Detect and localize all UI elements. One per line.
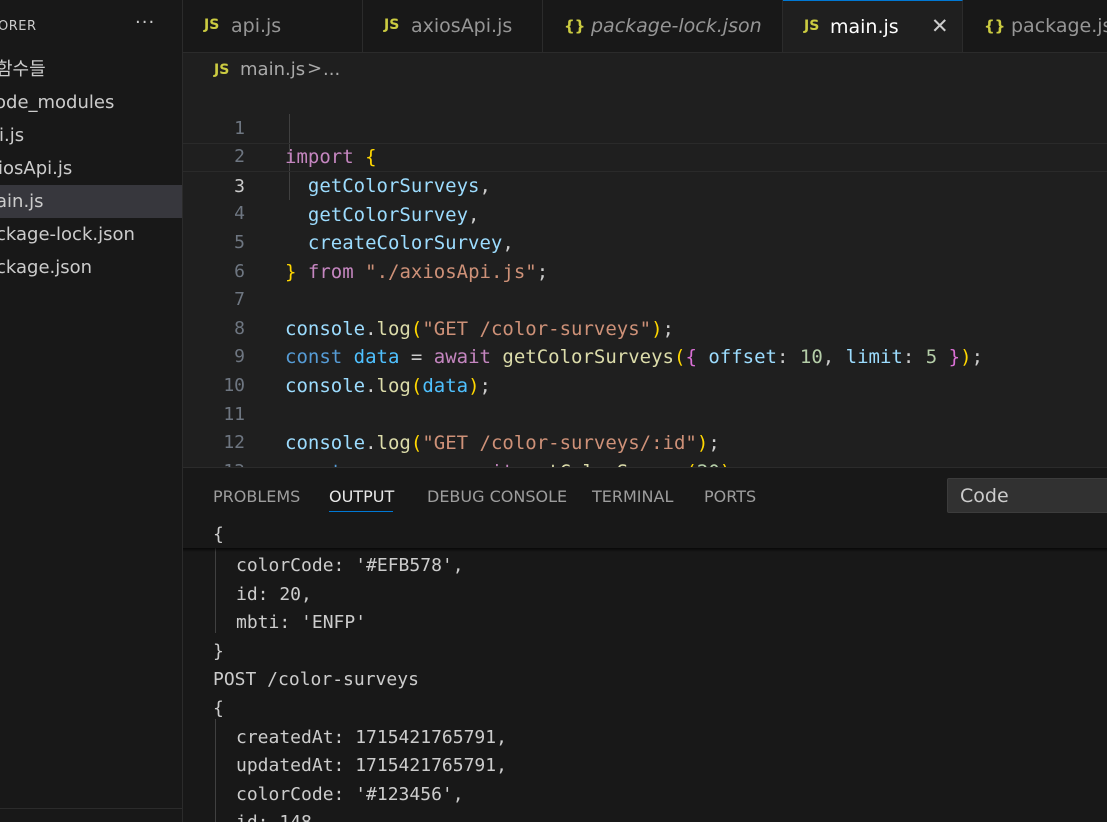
tab-output[interactable]: OUTPUT bbox=[329, 487, 394, 506]
bottom-panel: PROBLEMS OUTPUT DEBUG CONSOLE TERMINAL P… bbox=[183, 467, 1107, 822]
code-line: 10 bbox=[183, 343, 1107, 396]
file-item-label: ckage-lock.json bbox=[0, 224, 135, 245]
output-line: mbti: 'ENFP' bbox=[236, 612, 367, 634]
breadcrumb-file[interactable]: main.js bbox=[240, 59, 305, 80]
tab-package-json[interactable]: {} package.json bbox=[963, 0, 1107, 52]
tab-ports[interactable]: PORTS bbox=[704, 487, 756, 506]
code-line: 1 import { bbox=[183, 86, 1107, 169]
file-item-axiosapi-js[interactable]: iosApi.js bbox=[0, 152, 182, 185]
tab-terminal[interactable]: TERMINAL bbox=[592, 487, 673, 506]
output-view[interactable]: { colorCode: '#EFB578', id: 20, mbti: 'E… bbox=[183, 521, 1107, 822]
code-line: 14 bbox=[183, 458, 1107, 467]
file-item-label: iosApi.js bbox=[0, 158, 73, 179]
file-item-folder[interactable]: 함수들 bbox=[0, 53, 182, 86]
output-channel-select[interactable]: Code bbox=[947, 478, 1107, 513]
tab-axiosapi-js[interactable]: JS axiosApi.js bbox=[363, 0, 543, 52]
tab-problems[interactable]: PROBLEMS bbox=[213, 487, 300, 506]
json-file-icon: {} bbox=[564, 17, 586, 35]
file-item-label: ain.js bbox=[0, 191, 44, 212]
code-line: 7 console.log("GET /color-surveys"); bbox=[183, 258, 1107, 340]
file-item-label: i.js bbox=[0, 125, 25, 146]
file-item-label: ode_modules bbox=[0, 92, 115, 113]
active-tab-indicator bbox=[329, 511, 393, 512]
output-line: updatedAt: 1715421765791, bbox=[236, 755, 507, 777]
file-item-package-lock-json[interactable]: ckage-lock.json bbox=[0, 218, 182, 251]
code-line: 13 console.log(survey); bbox=[183, 429, 1107, 467]
output-channel-value: Code bbox=[960, 485, 1009, 507]
code-line: 8 const data = await getColorSurveys({ o… bbox=[183, 286, 1107, 369]
output-line: { bbox=[213, 698, 224, 719]
tab-main-js[interactable]: JS main.js ✕ bbox=[783, 0, 963, 52]
indent-guide bbox=[215, 719, 216, 822]
code-line: 2 getColorSurveys, bbox=[183, 115, 1107, 197]
tab-label: package-lock.json bbox=[591, 15, 762, 37]
scroll-shadow bbox=[183, 548, 1107, 552]
breadcrumb-symbol[interactable]: ... bbox=[323, 59, 340, 80]
file-item-label: 함수들 bbox=[0, 59, 46, 80]
tab-api-js[interactable]: JS api.js bbox=[183, 0, 363, 52]
js-file-icon: JS bbox=[384, 17, 400, 33]
file-item-api-js[interactable]: i.js bbox=[0, 119, 182, 152]
js-file-icon: JS bbox=[214, 62, 230, 78]
js-file-icon: JS bbox=[804, 18, 820, 34]
output-line: createdAt: 1715421765791, bbox=[236, 726, 507, 748]
indent-guide bbox=[215, 548, 216, 633]
output-line: id: 148, bbox=[236, 809, 323, 822]
tab-label: axiosApi.js bbox=[411, 15, 513, 37]
code-line: 11 console.log("GET /color-surveys/:id")… bbox=[183, 372, 1107, 455]
explorer-header: ORER ··· bbox=[0, 0, 182, 54]
code-line-current: 3 getColorSurvey, bbox=[183, 143, 1107, 226]
tab-package-lock-json[interactable]: {} package-lock.json bbox=[543, 0, 783, 52]
close-icon[interactable]: ✕ bbox=[931, 14, 949, 38]
file-item-package-json[interactable]: ckage.json bbox=[0, 251, 182, 284]
output-line: colorCode: '#123456', bbox=[236, 783, 464, 805]
file-item-node-modules[interactable]: ode_modules bbox=[0, 86, 182, 119]
output-line: id: 20, bbox=[236, 583, 312, 605]
code-editor[interactable]: 1 import { 2 getColorSurveys, 3 getColor… bbox=[183, 86, 1107, 467]
tab-label: package.json bbox=[1011, 15, 1107, 37]
code-line: 4 createColorSurvey, bbox=[183, 172, 1107, 254]
explorer-title: ORER bbox=[0, 19, 37, 34]
code-line: 12 const survey = await getColorSurvey(2… bbox=[183, 401, 1107, 467]
json-file-icon: {} bbox=[984, 17, 1006, 35]
output-line: POST /color-surveys bbox=[213, 669, 419, 691]
explorer-sidebar: ORER ··· 함수들 ode_modules i.js iosApi.js … bbox=[0, 0, 183, 822]
file-item-label: ckage.json bbox=[0, 257, 93, 278]
more-actions-icon[interactable]: ··· bbox=[135, 12, 155, 33]
output-line: colorCode: '#EFB578', bbox=[236, 555, 464, 576]
output-line: } bbox=[213, 640, 224, 662]
editor-tab-bar: JS api.js JS axiosApi.js {} package-lock… bbox=[183, 0, 1107, 53]
file-item-main-js[interactable]: ain.js bbox=[0, 185, 182, 218]
tab-label: main.js bbox=[830, 16, 899, 38]
tab-label: api.js bbox=[231, 15, 282, 37]
tab-debug-console[interactable]: DEBUG CONSOLE bbox=[427, 487, 567, 506]
code-line: 9 console.log(data); bbox=[183, 315, 1107, 397]
js-file-icon: JS bbox=[204, 17, 220, 33]
sidebar-bottom-section bbox=[0, 808, 182, 822]
breadcrumb: JS main.js > ... bbox=[183, 54, 1107, 86]
output-line: { bbox=[213, 524, 224, 545]
code-line: 6 bbox=[183, 229, 1107, 282]
chevron-right-icon: > bbox=[307, 58, 323, 79]
code-line: 5 } from "./axiosApi.js"; bbox=[183, 200, 1107, 283]
